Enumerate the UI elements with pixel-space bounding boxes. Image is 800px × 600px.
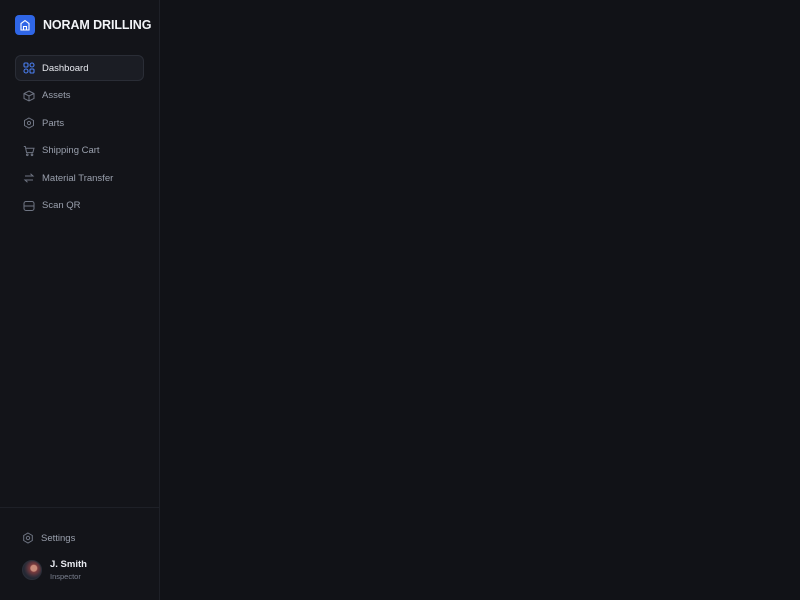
user-role: Inspector — [50, 572, 81, 581]
brand-name: NORAM DRILLING — [43, 18, 152, 32]
transfer-icon — [23, 172, 35, 184]
gear-icon — [22, 532, 34, 544]
sidebar-item-shipping-cart[interactable]: Shipping Cart — [15, 138, 144, 164]
avatar — [22, 560, 42, 580]
sidebar: NORAM DRILLING Dashboard Assets Parts Sh… — [0, 0, 160, 600]
settings-label: Settings — [41, 532, 76, 544]
sidebar-item-label: Parts — [42, 117, 65, 129]
box-icon — [23, 90, 35, 102]
sidebar-item-label: Shipping Cart — [42, 145, 100, 157]
sidebar-item-label: Assets — [42, 90, 71, 102]
cart-icon — [23, 145, 35, 157]
sidebar-footer: Settings J. Smith Inspector — [0, 507, 159, 600]
sidebar-item-parts[interactable]: Parts — [15, 110, 144, 136]
user-profile[interactable]: J. Smith Inspector — [22, 559, 87, 581]
user-name: J. Smith — [50, 559, 87, 570]
sidebar-item-label: Scan QR — [42, 200, 81, 212]
user-info: J. Smith Inspector — [50, 559, 87, 581]
main-content — [160, 0, 800, 600]
scan-icon — [23, 200, 35, 212]
sidebar-item-label: Material Transfer — [42, 172, 114, 184]
sidebar-item-assets[interactable]: Assets — [15, 83, 144, 109]
hexagon-gear-icon — [23, 117, 35, 129]
sidebar-item-dashboard[interactable]: Dashboard — [15, 55, 144, 81]
sidebar-item-scan-qr[interactable]: Scan QR — [15, 193, 144, 219]
sidebar-nav: Dashboard Assets Parts Shipping Cart Mat… — [0, 55, 159, 221]
building-icon — [15, 15, 35, 35]
grid-icon — [23, 62, 35, 74]
sidebar-item-material-transfer[interactable]: Material Transfer — [15, 165, 144, 191]
sidebar-item-settings[interactable]: Settings — [15, 525, 145, 551]
brand[interactable]: NORAM DRILLING — [0, 0, 159, 50]
sidebar-item-label: Dashboard — [42, 62, 89, 74]
